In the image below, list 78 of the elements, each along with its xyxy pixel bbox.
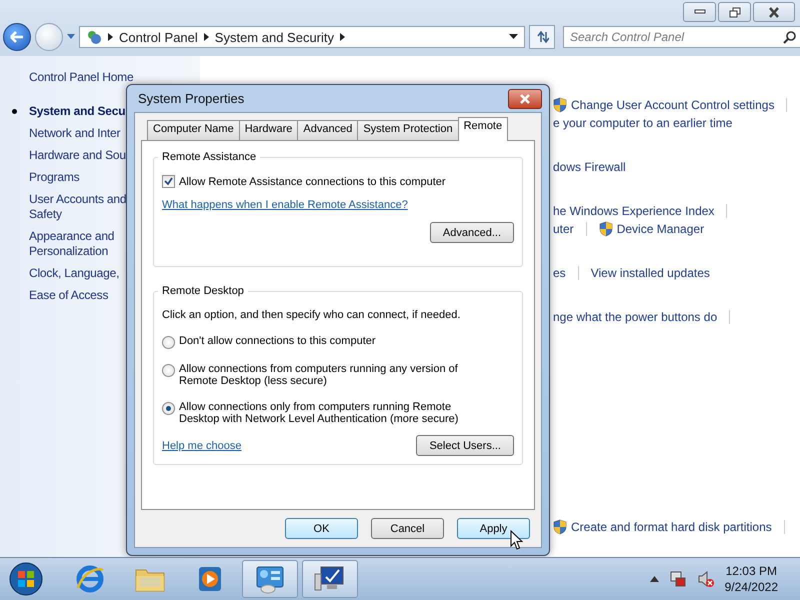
dialog-button[interactable]: Cancel [371,518,444,539]
back-button[interactable] [3,23,31,51]
radio-button[interactable] [162,336,175,349]
search-field[interactable]: Search Control Panel [563,26,800,48]
task-link[interactable]: uter [553,222,574,236]
bullet-icon [12,109,17,114]
task-link[interactable]: nge what the power buttons do [553,310,718,324]
tab[interactable]: System Protection [357,120,459,140]
address-bar[interactable]: Control Panel System and Security [79,26,525,48]
browser-icon[interactable] [75,564,105,594]
check-icon [164,177,173,186]
dialog-button[interactable]: Apply [457,518,530,539]
taskbar-button[interactable] [302,560,358,598]
task-link[interactable]: View installed updates [590,266,710,280]
close-button[interactable] [508,88,542,108]
advanced-button[interactable]: Advanced... [430,222,514,243]
restore-icon [728,6,740,18]
group-title: Remote Desktop [161,285,245,297]
taskbar-button[interactable] [242,560,298,598]
radio-label[interactable]: Allow connections only from computers running Remote Desktop with Network Level Authentication (more secure) [179,401,469,425]
breadcrumb[interactable]: Control Panel [119,30,198,44]
clock-date[interactable]: 9/24/2022 [724,580,778,594]
clock-time[interactable]: 12:03 PM [726,564,777,578]
radio-button[interactable] [162,364,175,377]
sidebar-item[interactable]: Ease of Access [29,288,108,303]
chevron-icon[interactable] [204,33,209,41]
task-link[interactable]: Change User Account Control settings [571,98,774,112]
sidebar-item[interactable]: Network and Inter [29,126,120,141]
back-arrow-icon [10,31,24,43]
show-hidden-icons-icon[interactable] [650,576,659,582]
network-icon[interactable] [668,570,687,588]
refresh-icon [535,30,549,44]
radio-label[interactable]: Don't allow connections to this computer [179,335,469,347]
dialog-button[interactable]: OK [285,518,358,539]
radio-button[interactable] [162,402,175,415]
minimize-button[interactable] [683,2,716,22]
volume-muted-icon[interactable] [696,570,715,588]
dialog-title: System Properties [138,91,244,106]
sidebar-item[interactable]: Clock, Language, [29,266,120,281]
sidebar-item[interactable]: Programs [29,170,80,185]
close-icon [768,6,780,18]
task-link[interactable]: Create and format hard disk partitions [571,520,772,534]
tab[interactable]: Computer Name [147,120,240,140]
group-title: Remote Assistance [161,151,258,163]
dropdown-icon[interactable] [509,34,518,40]
restore-button[interactable] [718,2,751,22]
tab[interactable]: Advanced [297,120,358,140]
media-player-icon[interactable] [196,564,224,594]
sidebar-item[interactable]: Appearance and Personalization [29,229,114,259]
sidebar-link[interactable]: Control Panel Home [0,70,200,84]
help-link[interactable]: What happens when I enable Remote Assistance? [162,199,408,211]
task-link[interactable]: e your computer to an earlier time [553,116,732,130]
start-button[interactable] [8,561,44,597]
select-users-button[interactable]: Select Users... [416,435,514,456]
task-link[interactable]: he Windows Experience Index [553,204,714,218]
close-button[interactable] [753,2,795,22]
control-panel-icon [86,29,102,45]
chevron-icon[interactable] [340,33,345,41]
task-link[interactable]: dows Firewall [553,160,626,174]
breadcrumb[interactable]: System and Security [214,30,334,44]
checkbox[interactable] [162,175,175,188]
tab[interactable]: Hardware [238,120,298,140]
chevron-icon[interactable] [108,33,113,41]
control-panel-icon[interactable] [254,564,286,594]
instruction-text: Click an option, and then specify who can connect, if needed. [162,309,462,321]
tab[interactable]: Remote [458,117,508,141]
close-icon [519,94,531,104]
checkbox-label[interactable]: Allow Remote Assistance connections to this computer [179,176,446,188]
task-link[interactable]: Device Manager [616,222,704,236]
minimize-icon [694,9,706,15]
refresh-button[interactable] [529,25,555,49]
help-link[interactable]: Help me choose [162,440,242,452]
sidebar-item[interactable]: User Accounts and Safety [29,192,126,222]
task-link[interactable]: es [553,266,566,280]
sidebar-item[interactable]: System and Secu [29,104,126,119]
sidebar-item[interactable]: Hardware and Sou [29,148,126,163]
radio-label[interactable]: Allow connections from computers running any version of Remote Desktop (less secure) [179,363,469,387]
mouse-cursor-icon [510,530,523,550]
